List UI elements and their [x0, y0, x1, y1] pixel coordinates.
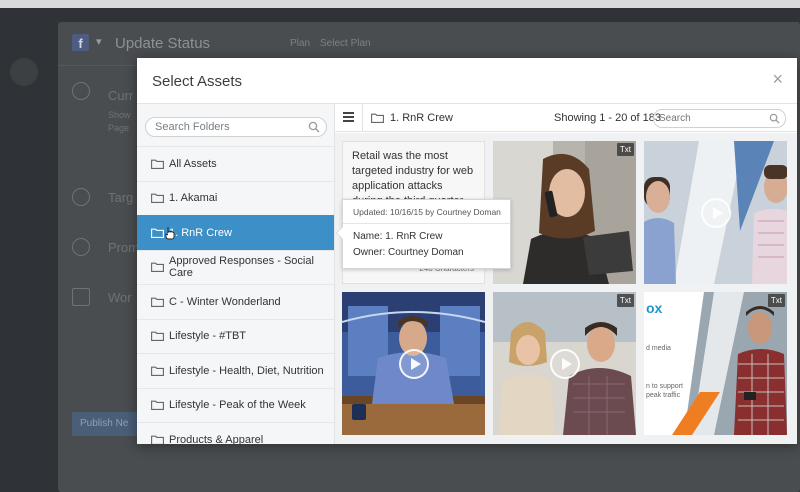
folder-item[interactable]: Lifestyle - #TBT — [137, 318, 334, 354]
background-row-label: Prom — [108, 240, 140, 255]
folder-icon — [371, 113, 384, 123]
folder-item-label: All Assets — [169, 157, 217, 170]
image-asset-tile[interactable]: ox d media n to support peak traffic Txt — [644, 292, 787, 435]
folder-item-label: C - Winter Wonderland — [169, 295, 281, 308]
tooltip-owner: Owner: Courtney Doman — [353, 247, 464, 258]
video-asset-tile[interactable]: Txt — [493, 292, 636, 435]
toolbar-divider — [362, 104, 363, 132]
folder-item[interactable]: All Assets — [137, 146, 334, 181]
folder-item-label: Lifestyle - Peak of the Week — [169, 399, 306, 412]
video-asset-tile[interactable] — [644, 141, 787, 284]
facebook-icon: f — [72, 34, 89, 51]
target-icon — [72, 188, 90, 206]
folder-item-label: 1. RnR Crew — [169, 226, 232, 239]
background-row-label: Curr — [108, 88, 134, 103]
dollar-icon — [72, 238, 90, 256]
folder-item-label: 1. Akamai — [169, 192, 218, 205]
folder-icon — [151, 435, 164, 444]
tooltip-name: Name: 1. RnR Crew — [353, 231, 443, 242]
plan-label: Plan — [290, 38, 311, 49]
folder-search-input[interactable]: Search Folders — [145, 117, 327, 137]
folder-item[interactable]: 1. Akamai — [137, 180, 334, 216]
background-row-sub: Page — [108, 123, 130, 133]
promo-text-line: d media — [646, 345, 671, 352]
hand-cursor-icon — [165, 227, 175, 240]
menu-icon[interactable] — [343, 112, 354, 122]
workflow-icon — [72, 288, 90, 306]
folder-panel: Search Folders All Assets 1. Akamai 1. RnR… — [137, 104, 335, 444]
folder-item[interactable]: Lifestyle - Peak of the Week — [137, 387, 334, 423]
folder-item[interactable]: Products & Apparel — [137, 422, 334, 444]
folder-icon — [151, 366, 164, 376]
select-plan-link[interactable]: Select Plan — [320, 38, 371, 49]
folder-icon — [151, 262, 164, 273]
folder-item-label: Approved Responses - Social Care — [169, 255, 314, 280]
video-asset-tile[interactable] — [342, 292, 485, 435]
promo-text-line: n to support — [646, 383, 683, 390]
search-icon — [769, 113, 780, 124]
txt-badge: Txt — [616, 143, 634, 156]
folder-item-label: Lifestyle - Health, Diet, Nutrition — [169, 364, 324, 377]
play-icon[interactable] — [700, 197, 731, 228]
folder-icon — [151, 228, 164, 238]
close-icon[interactable]: × — [772, 69, 783, 90]
modal-header: Select Assets × — [137, 58, 797, 104]
txt-badge: Txt — [616, 294, 634, 307]
chevron-down-icon: ▾ — [96, 36, 102, 48]
search-icon — [308, 121, 320, 133]
folder-list: All Assets 1. Akamai 1. RnR Crew Approved R… — [137, 146, 334, 444]
results-count: Showing 1 - 20 of 183 — [554, 112, 662, 124]
folder-item[interactable]: 1. RnR Crew — [137, 215, 334, 250]
promo-text-line: peak traffic — [646, 392, 681, 399]
tooltip-divider — [343, 223, 510, 224]
folder-icon — [151, 193, 164, 204]
folder-item[interactable]: C - Winter Wonderland — [137, 284, 334, 319]
browser-top-strip — [0, 0, 800, 8]
asset-search-input[interactable]: Search — [653, 109, 786, 128]
folder-item[interactable]: Lifestyle - Health, Diet, Nutrition — [137, 353, 334, 388]
txt-badge: Txt — [767, 294, 785, 307]
woman-phone-image — [493, 141, 636, 284]
pencil-icon — [72, 82, 90, 100]
folder-icon — [151, 331, 164, 342]
asset-grid: Retail was the most targeted industry fo… — [335, 133, 797, 444]
publish-button[interactable]: Publish Ne — [72, 412, 138, 436]
image-asset-tile[interactable]: Txt — [493, 141, 636, 284]
current-folder-name: 1. RnR Crew — [390, 112, 453, 124]
folder-tooltip: Updated: 10/16/15 by Courtney Doman Name… — [336, 199, 511, 269]
background-row-label: Wor — [108, 290, 132, 305]
promo-logo-text: ox — [646, 300, 663, 316]
background-row-label: Targ — [108, 190, 134, 205]
folder-icon — [151, 400, 164, 411]
play-icon[interactable] — [398, 348, 429, 379]
background-row-sub: Show — [108, 110, 131, 120]
folder-icon — [151, 159, 164, 169]
modal-title: Select Assets — [152, 73, 243, 90]
play-icon[interactable] — [549, 348, 580, 379]
folder-item-label: Lifestyle - #TBT — [169, 330, 247, 343]
update-status-title: Update Status — [115, 35, 211, 52]
tooltip-updated: Updated: 10/16/15 by Courtney Doman — [353, 207, 501, 217]
background-avatar — [10, 58, 38, 86]
folder-item[interactable]: Approved Responses - Social Care — [137, 249, 334, 285]
folder-item-label: Products & Apparel — [169, 433, 264, 444]
asset-search-placeholder: Search — [659, 113, 691, 124]
promo-man-phone-image — [644, 292, 787, 435]
select-assets-modal: Select Assets × Search Folders All Asset… — [137, 58, 797, 444]
assets-toolbar: 1. RnR Crew Showing 1 - 20 of 183 Search — [335, 104, 797, 132]
folder-icon — [151, 297, 164, 307]
folder-search-placeholder: Search Folders — [155, 121, 230, 133]
